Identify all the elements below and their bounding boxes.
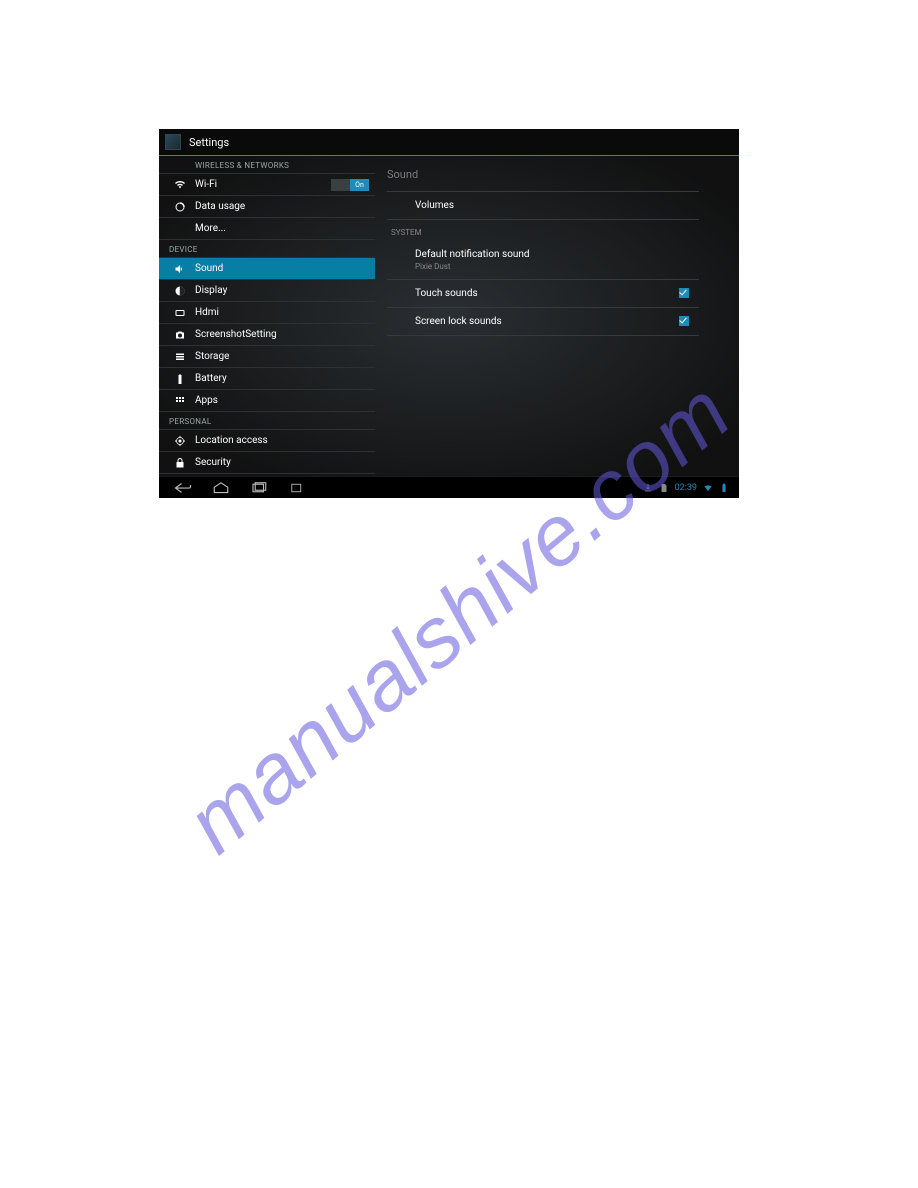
hdmi-icon	[173, 306, 186, 319]
toggle-on-side: On	[350, 179, 369, 191]
content-item-label: Volumes	[415, 200, 454, 211]
camera-icon	[173, 328, 186, 341]
content-item-volumes[interactable]: Volumes	[387, 192, 699, 220]
nav-home-button[interactable]	[207, 479, 235, 497]
settings-content: Sound Volumes SYSTEM Default notificatio…	[375, 156, 739, 476]
sidebar-item-location[interactable]: Location access	[159, 430, 375, 452]
storage-icon	[173, 350, 186, 363]
nav-screenshot-button[interactable]	[283, 479, 311, 497]
sidebar-item-label: Display	[195, 285, 227, 296]
sidebar-item-data-usage[interactable]: Data usage	[159, 196, 375, 218]
checkbox-checked-icon[interactable]	[679, 288, 689, 298]
content-item-label: Screen lock sounds	[415, 316, 502, 327]
content-item-screen-lock-sounds[interactable]: Screen lock sounds	[387, 308, 699, 336]
status-area[interactable]: 02:39	[643, 483, 729, 493]
content-item-touch-sounds[interactable]: Touch sounds	[387, 280, 699, 308]
sidebar-item-more[interactable]: More...	[159, 218, 375, 240]
sidebar-item-display[interactable]: Display	[159, 280, 375, 302]
content-item-label: Touch sounds	[415, 288, 478, 299]
section-header-personal: PERSONAL	[159, 412, 375, 430]
sidebar-item-screenshot[interactable]: ScreenshotSetting	[159, 324, 375, 346]
location-icon	[173, 434, 186, 447]
sidebar-item-label: More...	[195, 223, 226, 234]
display-icon	[173, 284, 186, 297]
download-icon	[643, 483, 653, 493]
status-time: 02:39	[675, 483, 697, 493]
toggle-off-side	[331, 179, 350, 191]
system-navbar: 02:39	[159, 476, 739, 498]
sidebar-item-storage[interactable]: Storage	[159, 346, 375, 368]
content-subheader-system: SYSTEM	[387, 220, 699, 241]
tablet-frame: Settings WIRELESS & NETWORKS Wi-Fi On	[159, 129, 739, 498]
sidebar-item-label: Hdmi	[195, 307, 219, 318]
sidebar-item-security[interactable]: Security	[159, 452, 375, 474]
wifi-toggle[interactable]: On	[331, 179, 369, 191]
app-header: Settings	[159, 129, 739, 155]
content-item-label: Default notification sound	[415, 249, 530, 260]
sidebar-item-battery[interactable]: Battery	[159, 368, 375, 390]
content-item-default-notification[interactable]: Default notification sound Pixie Dust	[387, 241, 699, 280]
nav-recent-button[interactable]	[245, 479, 273, 497]
content-item-sublabel: Pixie Dust	[415, 262, 691, 271]
section-header-device: DEVICE	[159, 240, 375, 258]
sidebar-item-label: Location access	[195, 435, 268, 446]
app-title: Settings	[189, 136, 229, 149]
settings-sidebar[interactable]: WIRELESS & NETWORKS Wi-Fi On Data	[159, 156, 375, 476]
sidebar-item-label: Storage	[195, 351, 229, 362]
nav-back-button[interactable]	[169, 479, 197, 497]
sidebar-item-label: Battery	[195, 373, 227, 384]
sidebar-item-label: Wi-Fi	[195, 179, 217, 190]
section-header-wireless: WIRELESS & NETWORKS	[159, 156, 375, 174]
sidebar-item-label: Security	[195, 457, 231, 468]
wifi-icon	[173, 178, 186, 191]
sidebar-item-sound[interactable]: Sound	[159, 258, 375, 280]
sidebar-item-wifi[interactable]: Wi-Fi On	[159, 174, 375, 196]
sidebar-item-apps[interactable]: Apps	[159, 390, 375, 412]
apps-icon	[173, 394, 186, 407]
lock-icon	[173, 456, 186, 469]
wifi-status-icon	[703, 483, 713, 493]
sidebar-item-label: Sound	[195, 263, 223, 274]
settings-app-icon	[165, 134, 181, 150]
sidebar-item-hdmi[interactable]: Hdmi	[159, 302, 375, 324]
data-usage-icon	[173, 200, 186, 213]
sound-icon	[173, 262, 186, 275]
sidebar-item-label: Data usage	[195, 201, 245, 212]
sidebar-item-label: ScreenshotSetting	[195, 329, 277, 340]
sidebar-item-label: Apps	[195, 395, 218, 406]
sdcard-icon	[659, 483, 669, 493]
checkbox-checked-icon[interactable]	[679, 316, 689, 326]
content-title: Sound	[387, 168, 699, 192]
battery-icon	[173, 372, 186, 385]
battery-status-icon	[719, 483, 729, 493]
